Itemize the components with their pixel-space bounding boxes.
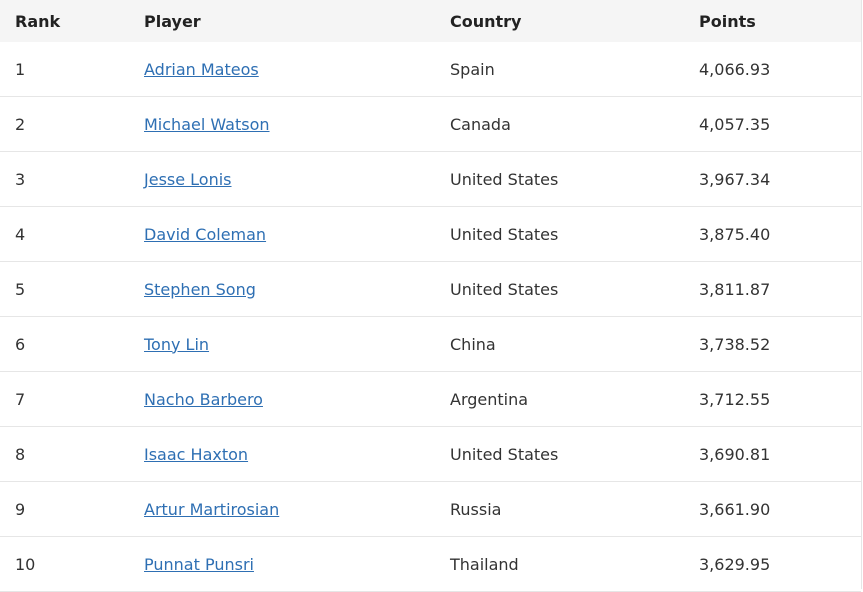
player-link[interactable]: Stephen Song	[144, 280, 256, 299]
points-cell: 3,712.55	[684, 371, 861, 427]
points-cell: 4,057.35	[684, 96, 861, 152]
player-cell: Stephen Song	[129, 261, 435, 317]
player-link[interactable]: Adrian Mateos	[144, 60, 259, 79]
table-row: 6 Tony Lin China 3,738.52	[0, 316, 861, 372]
country-cell: United States	[435, 151, 684, 207]
header-player: Player	[129, 0, 435, 42]
country-cell: United States	[435, 426, 684, 482]
player-link[interactable]: Artur Martirosian	[144, 500, 279, 519]
rank-cell: 7	[0, 371, 129, 427]
rank-cell: 4	[0, 206, 129, 262]
header-country: Country	[435, 0, 684, 42]
player-link[interactable]: Jesse Lonis	[144, 170, 232, 189]
table-row: 2 Michael Watson Canada 4,057.35	[0, 96, 861, 152]
points-cell: 3,811.87	[684, 261, 861, 317]
player-cell: Artur Martirosian	[129, 481, 435, 537]
points-cell: 3,967.34	[684, 151, 861, 207]
player-cell: Punnat Punsri	[129, 536, 435, 592]
player-cell: Tony Lin	[129, 316, 435, 372]
table-row: 3 Jesse Lonis United States 3,967.34	[0, 151, 861, 207]
rankings-table-container: Rank Player Country Points 1 Adrian Mate…	[0, 0, 862, 592]
player-link[interactable]: Tony Lin	[144, 335, 209, 354]
country-cell: Thailand	[435, 536, 684, 592]
player-cell: David Coleman	[129, 206, 435, 262]
country-cell: Spain	[435, 42, 684, 97]
country-cell: United States	[435, 261, 684, 317]
player-link[interactable]: Michael Watson	[144, 115, 270, 134]
table-header-row: Rank Player Country Points	[0, 0, 861, 42]
table-row: 10 Punnat Punsri Thailand 3,629.95	[0, 536, 861, 592]
points-cell: 3,690.81	[684, 426, 861, 482]
points-cell: 3,661.90	[684, 481, 861, 537]
rank-cell: 3	[0, 151, 129, 207]
country-cell: China	[435, 316, 684, 372]
header-rank: Rank	[0, 0, 129, 42]
player-cell: Adrian Mateos	[129, 42, 435, 97]
table-row: 4 David Coleman United States 3,875.40	[0, 206, 861, 262]
rank-cell: 2	[0, 96, 129, 152]
country-cell: Canada	[435, 96, 684, 152]
table-row: 5 Stephen Song United States 3,811.87	[0, 261, 861, 317]
rank-cell: 10	[0, 536, 129, 592]
country-cell: Russia	[435, 481, 684, 537]
points-cell: 3,875.40	[684, 206, 861, 262]
rank-cell: 6	[0, 316, 129, 372]
points-cell: 3,629.95	[684, 536, 861, 592]
table-row: 7 Nacho Barbero Argentina 3,712.55	[0, 371, 861, 427]
points-cell: 3,738.52	[684, 316, 861, 372]
header-points: Points	[684, 0, 861, 42]
table-row: 1 Adrian Mateos Spain 4,066.93	[0, 42, 861, 97]
rank-cell: 8	[0, 426, 129, 482]
player-link[interactable]: David Coleman	[144, 225, 266, 244]
player-cell: Nacho Barbero	[129, 371, 435, 427]
table-row: 9 Artur Martirosian Russia 3,661.90	[0, 481, 861, 537]
points-cell: 4,066.93	[684, 42, 861, 97]
rankings-table: Rank Player Country Points 1 Adrian Mate…	[0, 0, 861, 592]
rank-cell: 5	[0, 261, 129, 317]
player-link[interactable]: Nacho Barbero	[144, 390, 263, 409]
country-cell: United States	[435, 206, 684, 262]
player-link[interactable]: Punnat Punsri	[144, 555, 254, 574]
rank-cell: 1	[0, 42, 129, 97]
player-cell: Jesse Lonis	[129, 151, 435, 207]
rank-cell: 9	[0, 481, 129, 537]
player-link[interactable]: Isaac Haxton	[144, 445, 248, 464]
country-cell: Argentina	[435, 371, 684, 427]
table-row: 8 Isaac Haxton United States 3,690.81	[0, 426, 861, 482]
player-cell: Michael Watson	[129, 96, 435, 152]
player-cell: Isaac Haxton	[129, 426, 435, 482]
